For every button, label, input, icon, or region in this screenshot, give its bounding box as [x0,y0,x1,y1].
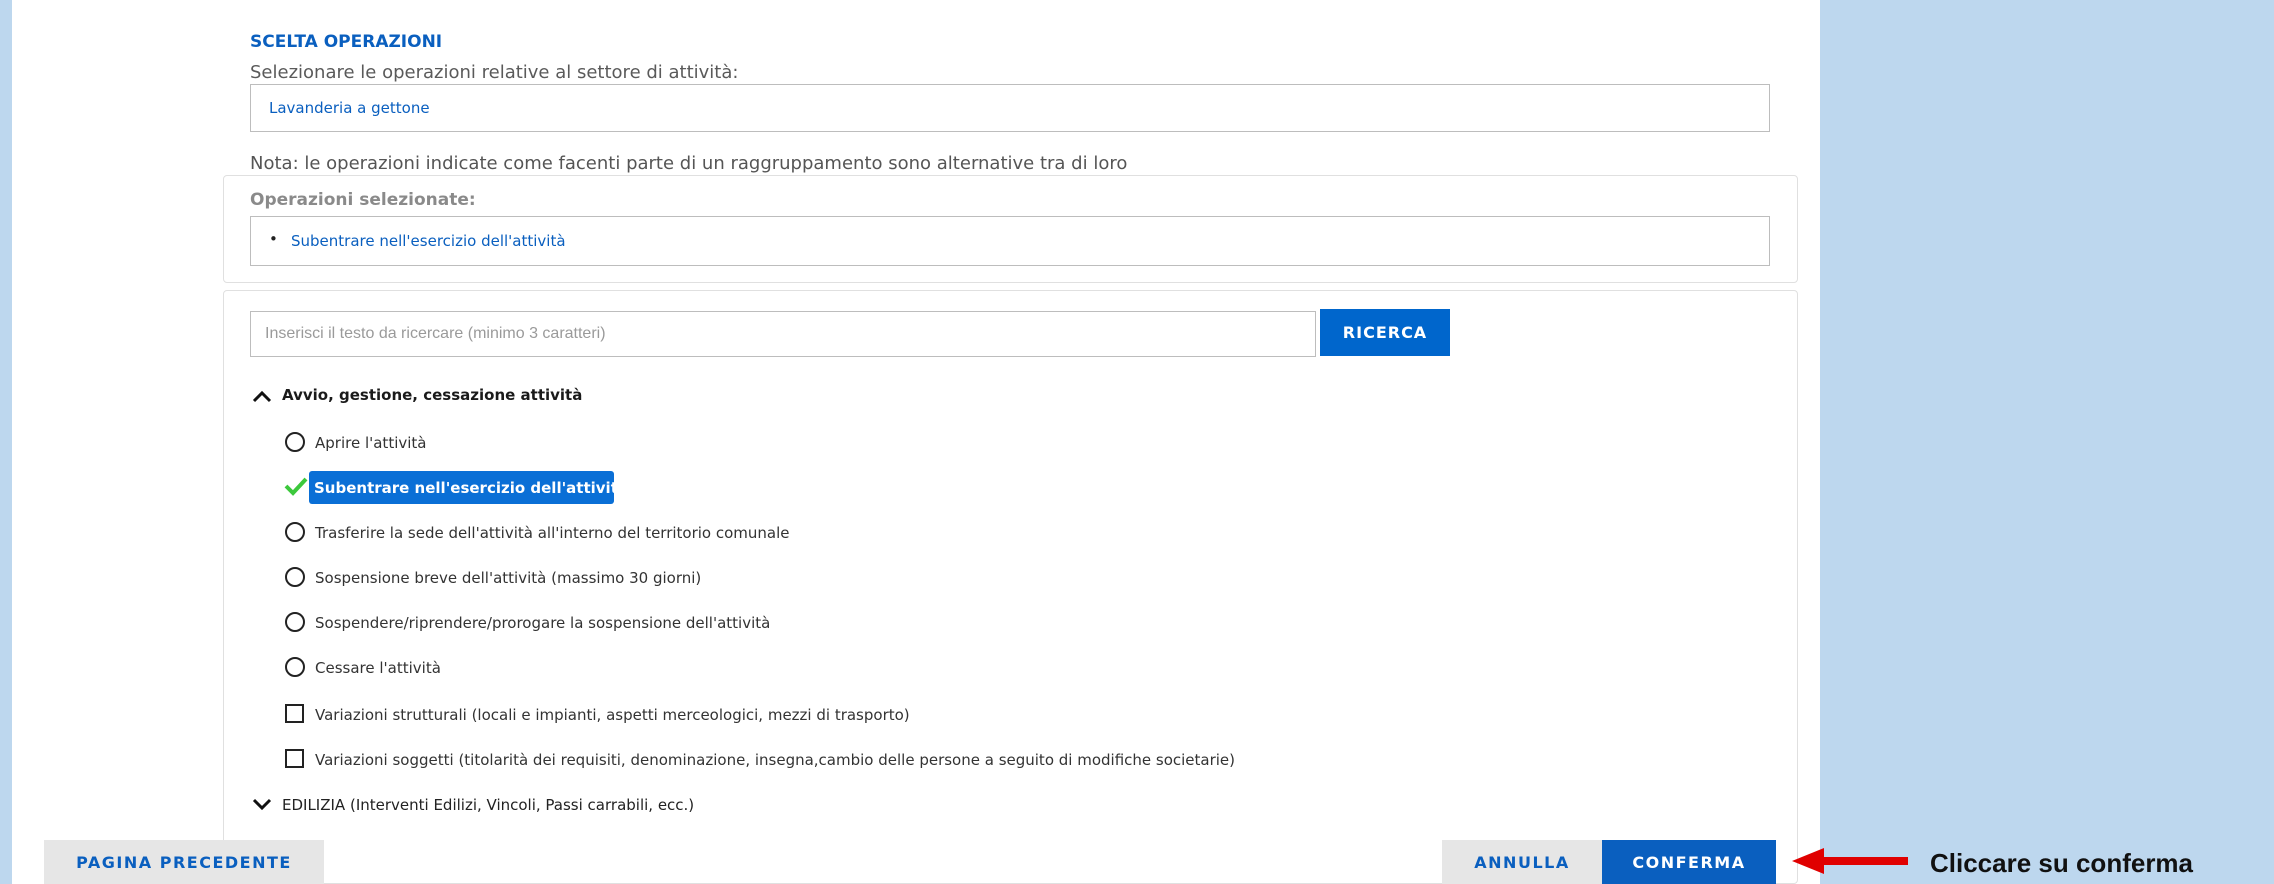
sector-field[interactable]: Lavanderia a gettone [250,84,1770,132]
operation-label: Cessare l'attività [315,659,441,677]
bullet-icon: • [269,230,278,248]
page-title: SCELTA OPERAZIONI [250,32,443,52]
operation-label: Variazioni soggetti (titolarità dei requ… [315,751,1236,769]
sector-value: Lavanderia a gettone [269,99,430,117]
page-subtitle: Selezionare le operazioni relative al se… [250,62,739,83]
operation-label: Aprire l'attività [315,434,427,452]
callout-text: Cliccare su conferma [1930,848,2194,878]
checkbox-icon [285,749,304,768]
radio-icon [285,657,305,677]
checkbox-icon [285,704,304,723]
previous-page-button[interactable]: PAGINA PRECEDENTE [44,840,324,884]
operation-label: Variazioni strutturali (locali e impiant… [315,706,910,724]
operation-label: Subentrare nell'esercizio dell'attività [314,479,628,497]
operation-label: Sospendere/riprendere/prorogare la sospe… [315,614,771,632]
radio-icon [285,522,305,542]
operation-subentrare[interactable]: Subentrare nell'esercizio dell'attività [309,471,628,504]
search-button[interactable]: RICERCA [1320,309,1450,356]
operation-label: Trasferire la sede dell'attività all'int… [315,524,790,542]
radio-icon [285,432,305,452]
operations-note: Nota: le operazioni indicate come facent… [250,153,1128,174]
selected-operation-item[interactable]: Subentrare nell'esercizio dell'attività [291,232,566,250]
group-label: EDILIZIA (Interventi Edilizi, Vincoli, P… [282,796,695,814]
chevron-down-icon [252,798,272,811]
red-arrow-icon [1792,848,1908,874]
group-label: Avvio, gestione, cessazione attività [282,386,583,404]
radio-icon [285,612,305,632]
radio-icon [285,567,305,587]
operations-card [223,290,1798,884]
chevron-up-icon [252,390,272,403]
checkmark-icon [284,477,308,496]
selected-operations-title: Operazioni selezionate: [250,190,476,210]
cancel-button[interactable]: ANNULLA [1442,840,1602,884]
operation-label: Sospensione breve dell'attività (massimo… [315,569,702,587]
selected-operations-list: • Subentrare nell'esercizio dell'attivit… [250,216,1770,266]
confirm-button[interactable]: CONFERMA [1602,840,1776,884]
search-input[interactable] [250,311,1316,357]
